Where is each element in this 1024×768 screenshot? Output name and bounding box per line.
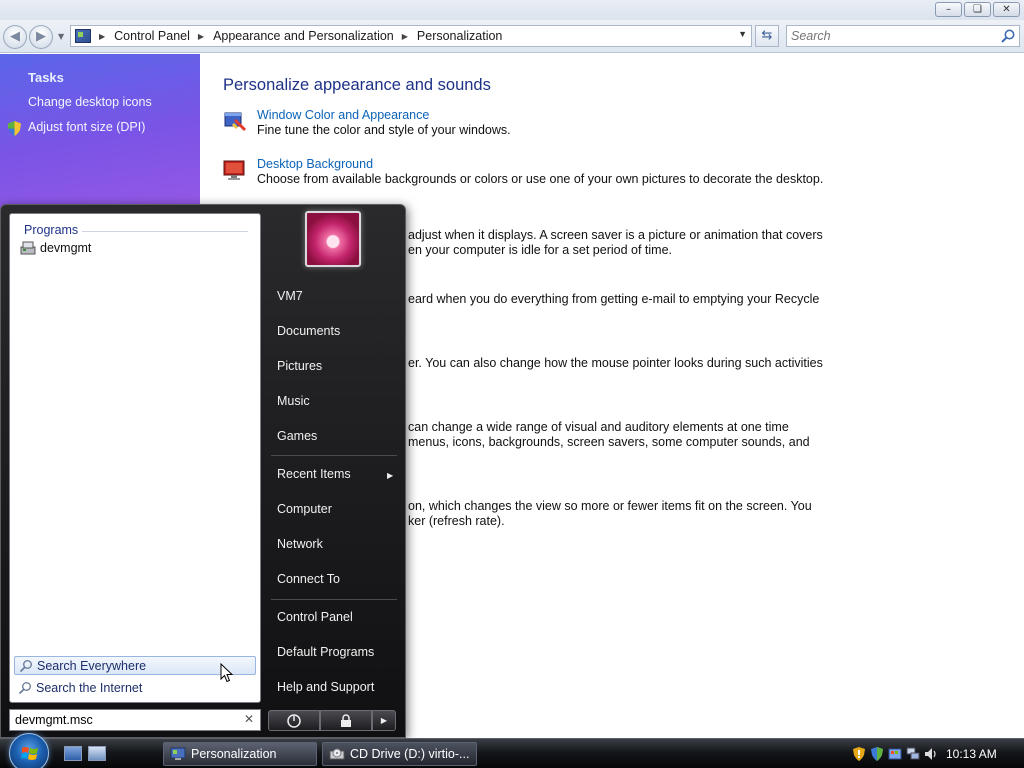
start-user-folder[interactable]: VM7: [277, 289, 303, 303]
page-title: Personalize appearance and sounds: [223, 76, 491, 94]
close-button[interactable]: ✕: [993, 2, 1020, 17]
start-computer[interactable]: Computer: [277, 502, 332, 516]
window-titlebar: – ❏ ✕: [0, 0, 1024, 20]
clock[interactable]: 10:13 AM: [946, 747, 997, 761]
right-pane-divider: [271, 455, 397, 456]
window-color-link[interactable]: Window Color and Appearance: [257, 108, 429, 122]
back-button[interactable]: ◀: [3, 25, 27, 49]
right-pane-divider: [271, 599, 397, 600]
search-icon: [18, 681, 31, 694]
volume-icon[interactable]: [924, 747, 938, 761]
window-controls: – ❏ ✕: [935, 2, 1020, 17]
control-panel-icon: [170, 747, 186, 760]
program-result-devmgmt[interactable]: devmgmt: [20, 241, 91, 255]
desktop-background-link[interactable]: Desktop Background: [257, 157, 373, 171]
display-settings-description-2: ker (refresh rate).: [408, 514, 505, 528]
recent-pages-dropdown-icon[interactable]: ▼: [58, 32, 64, 41]
start-control-panel[interactable]: Control Panel: [277, 610, 353, 624]
switch-windows-icon[interactable]: [88, 746, 106, 761]
address-bar: ◀ ▶ ▼ ▶ Control Panel ▶ Appearance and P…: [0, 20, 1024, 53]
minimize-button[interactable]: –: [935, 2, 962, 17]
user-picture[interactable]: [305, 211, 361, 267]
start-recent-items[interactable]: Recent Items: [277, 467, 351, 481]
start-network[interactable]: Network: [277, 537, 323, 551]
search-icon[interactable]: [1000, 28, 1016, 44]
start-menu-results-pane: Programs devmgmt Search Everywhere Searc…: [9, 213, 261, 703]
windows-update-icon[interactable]: [888, 747, 902, 761]
chevron-right-icon[interactable]: ▶: [99, 32, 105, 41]
theme-description-2: menus, icons, backgrounds, screen savers…: [408, 435, 810, 449]
search-internet-label: Search the Internet: [36, 680, 143, 695]
windows-logo-icon: [21, 747, 38, 760]
taskbar-cd-drive-label: CD Drive (D:) virtio-...: [350, 747, 470, 761]
mouse-pointers-description: er. You can also change how the mouse po…: [408, 356, 823, 370]
shield-icon: [8, 121, 21, 136]
start-search-input[interactable]: [10, 710, 236, 730]
search-input[interactable]: [787, 26, 997, 46]
search-icon: [19, 659, 32, 672]
start-pictures[interactable]: Pictures: [277, 359, 322, 373]
start-games[interactable]: Games: [277, 429, 317, 443]
start-documents[interactable]: Documents: [277, 324, 340, 338]
breadcrumb-personalization[interactable]: Personalization: [417, 29, 502, 43]
adjust-font-size-link[interactable]: Adjust font size (DPI): [28, 120, 145, 134]
search-everywhere-label: Search Everywhere: [37, 658, 147, 673]
shutdown-options-button[interactable]: ▶: [372, 710, 396, 731]
forward-button[interactable]: ▶: [29, 25, 53, 49]
maximize-button[interactable]: ❏: [964, 2, 991, 17]
programs-heading: Programs: [24, 223, 79, 237]
change-desktop-icons-link[interactable]: Change desktop icons: [28, 95, 152, 109]
security-alert-icon[interactable]: [852, 747, 866, 761]
start-button[interactable]: [9, 733, 49, 768]
cd-drive-icon: [329, 748, 345, 760]
network-icon[interactable]: [906, 747, 920, 761]
taskbar-personalization-label: Personalization: [191, 747, 277, 761]
start-music[interactable]: Music: [277, 394, 310, 408]
window-color-description: Fine tune the color and style of your wi…: [257, 123, 511, 137]
breadcrumb-appearance[interactable]: Appearance and Personalization: [213, 29, 394, 43]
submenu-arrow-icon[interactable]: ▶: [387, 471, 393, 480]
start-default-programs[interactable]: Default Programs: [277, 645, 374, 659]
notification-area: 10:13 AM: [852, 742, 1024, 766]
refresh-button[interactable]: ⇆: [755, 25, 779, 47]
start-help-and-support[interactable]: Help and Support: [277, 680, 374, 694]
chevron-right-icon[interactable]: ▶: [402, 32, 408, 41]
display-settings-description: on, which changes the view so more or fe…: [408, 499, 812, 513]
screen-saver-description: adjust when it displays. A screen saver …: [408, 228, 823, 242]
taskbar: Personalization CD Drive (D:) virtio-...: [0, 733, 1024, 768]
device-manager-icon: [20, 241, 36, 255]
shield-icon[interactable]: [870, 747, 884, 761]
power-icon: [287, 713, 301, 728]
start-search-box[interactable]: ✕: [9, 709, 261, 731]
chevron-right-icon[interactable]: ▶: [198, 32, 204, 41]
address-dropdown-icon[interactable]: ▼: [738, 29, 747, 39]
taskbar-personalization[interactable]: Personalization: [163, 742, 317, 766]
theme-description: can change a wide range of visual and au…: [408, 420, 789, 434]
start-connect-to[interactable]: Connect To: [277, 572, 340, 586]
desktop-background-description: Choose from available backgrounds or col…: [257, 172, 824, 186]
mouse-pointer-icon: [220, 663, 234, 683]
programs-divider: [82, 231, 248, 232]
power-button[interactable]: [268, 710, 320, 731]
desktop-background-icon: [223, 160, 245, 180]
taskbar-cd-drive[interactable]: CD Drive (D:) virtio-...: [322, 742, 477, 766]
program-result-label: devmgmt: [40, 241, 92, 255]
lock-icon: [341, 713, 351, 727]
tasks-heading: Tasks: [28, 70, 64, 85]
start-menu: Programs devmgmt Search Everywhere Searc…: [0, 204, 406, 738]
show-desktop-icon[interactable]: [64, 746, 82, 761]
lock-button[interactable]: [320, 710, 372, 731]
search-box[interactable]: [786, 25, 1020, 47]
breadcrumb-control-panel[interactable]: Control Panel: [114, 29, 190, 43]
control-panel-icon: [75, 29, 91, 43]
window-color-icon: [224, 112, 247, 132]
breadcrumb[interactable]: ▶ Control Panel ▶ Appearance and Persona…: [70, 25, 752, 47]
clear-search-icon[interactable]: ✕: [244, 712, 254, 726]
screen-saver-description-2: en your computer is idle for a set perio…: [408, 243, 673, 257]
sounds-description: eard when you do everything from getting…: [408, 292, 820, 306]
power-controls: ▶: [268, 710, 396, 731]
